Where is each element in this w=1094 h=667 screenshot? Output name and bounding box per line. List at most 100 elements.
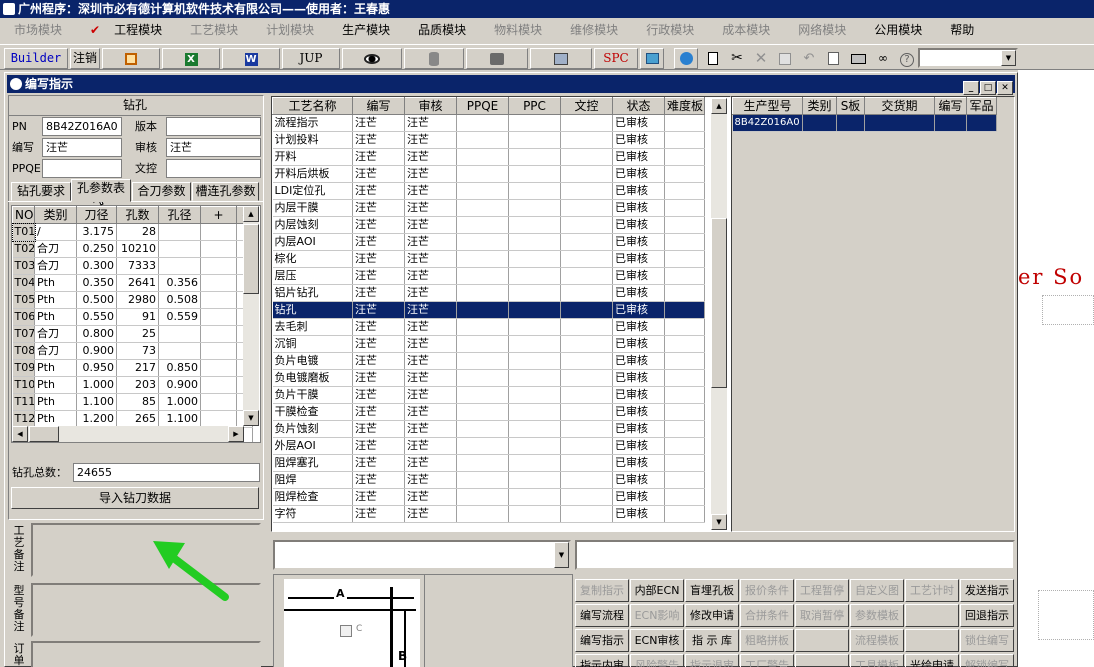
table-cell[interactable]: 汪芒	[404, 420, 457, 438]
table-cell[interactable]	[456, 267, 509, 285]
table-cell[interactable]: 负电镀磨板	[272, 369, 353, 387]
table-cell[interactable]: LDI定位孔	[272, 182, 353, 200]
table-cell[interactable]	[560, 131, 613, 149]
tab-3[interactable]: 合刀参数	[132, 182, 191, 201]
table-cell[interactable]: 开料后烘板	[272, 165, 353, 183]
table-cell[interactable]	[200, 410, 237, 428]
table-cell[interactable]: 汪芒	[352, 267, 405, 285]
table-cell[interactable]: Pth	[34, 291, 77, 309]
table-cell[interactable]	[456, 216, 509, 234]
action-button[interactable]: ECN审核	[630, 629, 684, 652]
table-cell[interactable]	[508, 352, 561, 370]
table-cell[interactable]: 汪芒	[352, 488, 405, 506]
tab-2[interactable]: 孔参数表	[71, 179, 131, 202]
table-row[interactable]: 内层蚀刻 汪芒 汪芒 已审核	[272, 216, 705, 234]
table-cell[interactable]: 73	[116, 342, 159, 360]
table-row[interactable]: T12 Pth 1.200 265 1.100	[12, 410, 253, 428]
table-cell[interactable]	[456, 131, 509, 149]
table-cell[interactable]: 0.250	[76, 240, 117, 258]
table-cell[interactable]: 已审核	[612, 488, 665, 506]
table-cell[interactable]	[508, 454, 561, 472]
table-cell[interactable]	[456, 250, 509, 268]
table-cell[interactable]: 流程指示	[272, 114, 353, 132]
table-cell[interactable]: 汪芒	[404, 199, 457, 217]
table-row[interactable]: T06 Pth 0.550 91 0.559	[12, 308, 253, 326]
table-row[interactable]: 去毛刺 汪芒 汪芒 已审核	[272, 318, 705, 336]
table-cell[interactable]: /	[34, 223, 77, 241]
table-cell[interactable]: 汪芒	[404, 267, 457, 285]
table-row[interactable]: 负片干膜 汪芒 汪芒 已审核	[272, 386, 705, 404]
table-cell[interactable]	[200, 291, 237, 309]
menu-item[interactable]: 工艺模块	[176, 18, 252, 42]
table-cell[interactable]: 已审核	[612, 284, 665, 302]
action-button[interactable]: 参数模板	[850, 604, 904, 627]
diagram-checkbox[interactable]	[340, 625, 352, 637]
table-cell[interactable]	[200, 376, 237, 394]
table-cell[interactable]	[508, 250, 561, 268]
scroll-down-icon[interactable]: ▼	[243, 410, 259, 426]
table-cell[interactable]	[560, 335, 613, 353]
table-cell[interactable]: 负片电镀	[272, 352, 353, 370]
table-cell[interactable]	[200, 393, 237, 411]
table-row[interactable]: 干膜检查 汪芒 汪芒 已审核	[272, 403, 705, 421]
table-cell[interactable]: 汪芒	[352, 216, 405, 234]
table-cell[interactable]: 已审核	[612, 199, 665, 217]
column-header[interactable]: PPQE	[456, 97, 509, 115]
hole-table-vscroll[interactable]: ▲ ▼	[243, 206, 259, 426]
table-cell[interactable]	[200, 342, 237, 360]
table-cell[interactable]: 0.508	[158, 291, 201, 309]
menu-item[interactable]: 计划模块	[252, 18, 328, 42]
table-row[interactable]: 铝片钻孔 汪芒 汪芒 已审核	[272, 284, 705, 302]
table-cell[interactable]	[664, 233, 705, 251]
table-cell[interactable]: 汪芒	[352, 369, 405, 387]
table-cell[interactable]: 已审核	[612, 369, 665, 387]
scroll-thumb[interactable]	[243, 224, 259, 294]
table-cell[interactable]	[560, 505, 613, 523]
table-cell[interactable]	[456, 352, 509, 370]
import-drill-button[interactable]: 导入钻刀数据	[11, 487, 259, 509]
table-cell[interactable]	[664, 454, 705, 472]
table-cell[interactable]	[456, 437, 509, 455]
table-cell[interactable]	[664, 335, 705, 353]
table-cell[interactable]: 已审核	[612, 182, 665, 200]
table-row[interactable]: T11 Pth 1.100 85 1.000	[12, 393, 253, 411]
table-cell[interactable]: 汪芒	[404, 216, 457, 234]
table-cell[interactable]: 汪芒	[352, 335, 405, 353]
process-table[interactable]: 工艺名称 编写 审核 PPQE PPC 文控 状态 难度板 流程指示 汪芒 汪芒 已审核 计划投料 汪芒汪…	[271, 96, 731, 532]
table-cell[interactable]	[200, 308, 237, 326]
table-row[interactable]: 开料 汪芒 汪芒 已审核	[272, 148, 705, 166]
table-cell[interactable]: 已审核	[612, 471, 665, 489]
table-row[interactable]: T09 Pth 0.950 217 0.850	[12, 359, 253, 377]
new-button[interactable]	[702, 48, 724, 69]
table-cell[interactable]: 汪芒	[352, 505, 405, 523]
table-cell[interactable]: 阻焊检查	[272, 488, 353, 506]
table-cell[interactable]: 1.000	[158, 393, 201, 411]
table-cell[interactable]: 内层干膜	[272, 199, 353, 217]
menu-item[interactable]: 成本模块	[708, 18, 784, 42]
table-cell[interactable]: 合刀	[34, 325, 77, 343]
table-cell[interactable]: 汪芒	[352, 114, 405, 132]
table-cell[interactable]: 28	[116, 223, 159, 241]
table-cell[interactable]	[560, 437, 613, 455]
table-cell[interactable]: 2641	[116, 274, 159, 292]
table-cell[interactable]	[456, 284, 509, 302]
find-button[interactable]: ∞	[872, 48, 894, 69]
table-cell[interactable]	[664, 471, 705, 489]
table-cell[interactable]: 0.900	[76, 342, 117, 360]
table-cell[interactable]	[158, 342, 201, 360]
computer-button[interactable]	[530, 48, 592, 69]
preview-button[interactable]	[822, 48, 844, 69]
table-cell[interactable]	[158, 223, 201, 241]
action-button[interactable]: 锁住编写	[960, 629, 1014, 652]
table-cell[interactable]	[456, 233, 509, 251]
column-header[interactable]: 编写	[352, 97, 405, 115]
table-cell[interactable]	[560, 114, 613, 132]
table-cell[interactable]: 合刀	[34, 342, 77, 360]
table-cell[interactable]	[864, 114, 935, 132]
table-cell[interactable]	[508, 318, 561, 336]
table-row[interactable]: 层压 汪芒 汪芒 已审核	[272, 267, 705, 285]
column-header[interactable]: 工艺名称	[272, 97, 353, 115]
help-button[interactable]: ?	[896, 48, 918, 69]
scroll-left-icon[interactable]: ◀	[12, 426, 28, 442]
table-cell[interactable]	[664, 437, 705, 455]
